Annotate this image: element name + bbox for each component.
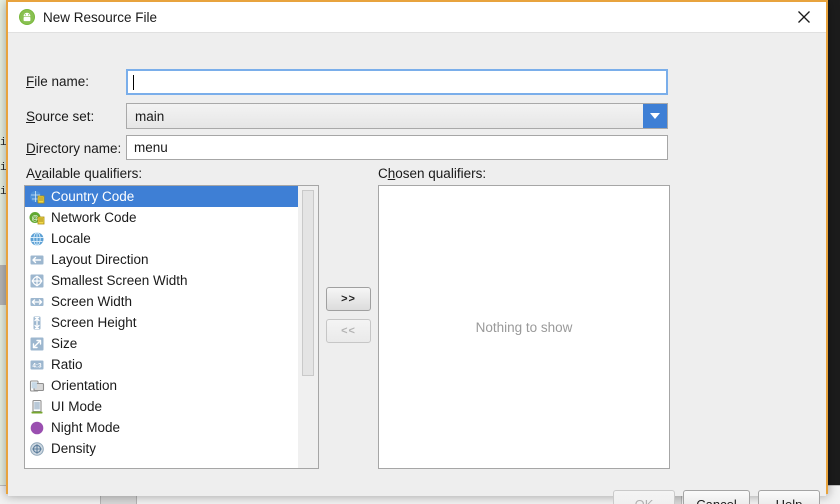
svg-text:@: @ xyxy=(31,215,38,222)
cancel-button-label: Cancel xyxy=(696,496,737,504)
directory-name-input[interactable]: menu xyxy=(126,135,668,160)
directory-name-label-text: irectory name: xyxy=(35,141,122,156)
qualifier-row[interactable]: Layout Direction xyxy=(25,249,300,270)
chevron-down-icon[interactable] xyxy=(643,104,667,128)
qualifier-label: Screen Width xyxy=(51,294,133,309)
remove-qualifier-button[interactable]: << xyxy=(326,319,371,343)
close-icon[interactable] xyxy=(782,2,826,32)
add-qualifier-label: >> xyxy=(341,293,356,305)
qualifier-items: Country Code @ Network Code Locale Layou… xyxy=(25,186,300,459)
qualifier-row[interactable]: @ Network Code xyxy=(25,207,300,228)
density-icon xyxy=(29,441,45,457)
qualifier-row[interactable]: Size xyxy=(25,333,300,354)
layout-direction-icon xyxy=(29,252,45,268)
qualifier-row[interactable]: UI Mode xyxy=(25,396,300,417)
file-name-label-text: ile name: xyxy=(34,74,90,89)
smallest-screen-width-icon xyxy=(29,273,45,289)
qualifier-label: Screen Height xyxy=(51,315,137,330)
chosen-empty-text: Nothing to show xyxy=(475,319,573,335)
text-caret xyxy=(133,74,134,90)
qualifier-label: Network Code xyxy=(51,210,137,225)
country-code-icon xyxy=(29,189,45,205)
qualifier-label: Locale xyxy=(51,231,91,246)
available-qualifiers-label: Available qualifiers: xyxy=(26,166,143,181)
screen: iv iv iv New Resource Fil xyxy=(0,0,840,504)
qualifier-row[interactable]: Orientation xyxy=(25,375,300,396)
qualifier-label: Orientation xyxy=(51,378,118,393)
size-icon xyxy=(29,336,45,352)
qualifier-row[interactable]: 4:3 Ratio xyxy=(25,354,300,375)
qualifier-label: Night Mode xyxy=(51,420,121,435)
qualifier-row[interactable]: Locale xyxy=(25,228,300,249)
dialog-content: File name: Source set: main Directory na… xyxy=(8,33,826,504)
source-set-label: Source set: xyxy=(26,109,95,124)
locale-globe-icon xyxy=(29,231,45,247)
chosen-qualifiers-label-text: osen qualifiers: xyxy=(395,166,487,181)
qualifier-row[interactable]: Night Mode xyxy=(25,417,300,438)
help-button-label: Help xyxy=(775,496,803,504)
qualifier-label: Country Code xyxy=(51,189,135,204)
background-right-edge xyxy=(828,0,840,504)
qualifier-row[interactable]: Screen Width xyxy=(25,291,300,312)
available-qualifiers-label-text: ailable qualifiers: xyxy=(41,166,143,181)
available-qualifiers-list[interactable]: Country Code @ Network Code Locale Layou… xyxy=(24,185,319,469)
chosen-qualifiers-list[interactable]: Nothing to show xyxy=(378,185,670,469)
chosen-qualifiers-label: Chosen qualifiers: xyxy=(378,166,487,181)
qualifier-label: Density xyxy=(51,441,97,456)
ok-button[interactable]: OK xyxy=(613,490,675,504)
qualifier-row[interactable]: Smallest Screen Width xyxy=(25,270,300,291)
cancel-button[interactable]: Cancel xyxy=(683,490,750,504)
remove-qualifier-label: << xyxy=(341,325,356,337)
network-code-icon: @ xyxy=(29,210,45,226)
qualifier-label: Size xyxy=(51,336,78,351)
qualifier-label: Layout Direction xyxy=(51,252,149,267)
directory-name-value: menu xyxy=(134,140,168,155)
qualifier-label: Ratio xyxy=(51,357,83,372)
screen-height-icon xyxy=(29,315,45,331)
android-icon xyxy=(18,8,36,26)
dialog-title: New Resource File xyxy=(43,9,158,25)
qualifier-row[interactable]: Country Code xyxy=(25,186,300,207)
new-resource-file-dialog: New Resource File File name: Source set:… xyxy=(6,0,828,504)
qualifier-label: UI Mode xyxy=(51,399,103,414)
ok-button-label: OK xyxy=(634,496,654,504)
add-qualifier-button[interactable]: >> xyxy=(326,287,371,311)
qualifier-label: Smallest Screen Width xyxy=(51,273,188,288)
help-button[interactable]: Help xyxy=(758,490,820,504)
night-mode-icon xyxy=(29,420,45,436)
svg-text:4:3: 4:3 xyxy=(32,362,42,369)
source-set-label-text: ource set: xyxy=(35,109,95,124)
source-set-select[interactable]: main xyxy=(126,103,668,129)
qualifier-row[interactable]: Density xyxy=(25,438,300,459)
orientation-icon xyxy=(29,378,45,394)
ui-mode-icon xyxy=(29,399,45,415)
available-list-scrollbar-thumb[interactable] xyxy=(302,190,314,376)
file-name-input[interactable] xyxy=(126,69,668,95)
source-set-value: main xyxy=(135,108,165,124)
qualifier-row[interactable]: Screen Height xyxy=(25,312,300,333)
file-name-label: File name: xyxy=(26,74,90,89)
available-list-scrollbar[interactable] xyxy=(298,186,318,468)
ratio-icon: 4:3 xyxy=(29,357,45,373)
dialog-titlebar: New Resource File xyxy=(8,2,826,33)
screen-width-icon xyxy=(29,294,45,310)
directory-name-label: Directory name: xyxy=(26,141,122,156)
